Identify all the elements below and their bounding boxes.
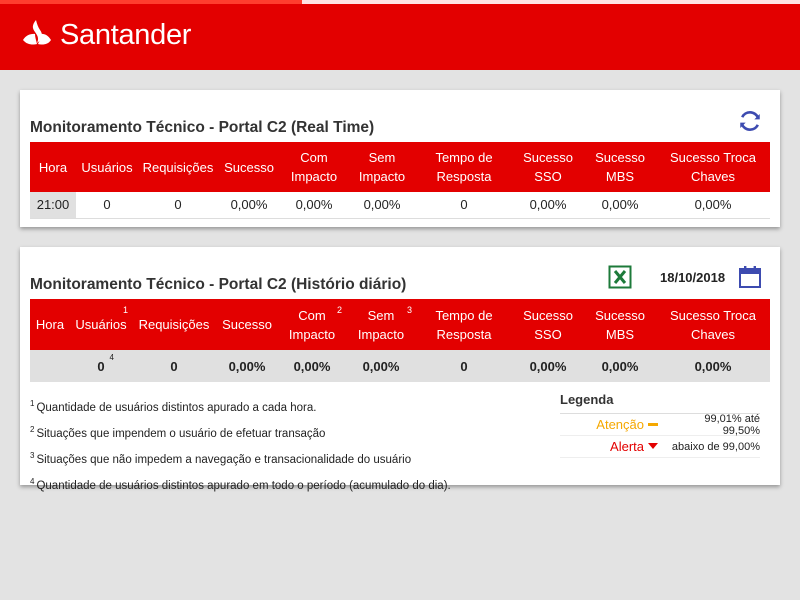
col-com-impacto: Com Impacto 2 — [278, 299, 346, 350]
cell-usuarios-value: 0 — [97, 358, 105, 374]
table-row: 21:00 0 0 0,00% 0,00% 0,00% 0 0,00% 0,00… — [30, 192, 770, 219]
cell-hora: 21:00 — [30, 192, 76, 219]
legend-alert-label: Alerta — [610, 439, 644, 454]
legend-attention-desc: 99,01% até 99,50% — [704, 412, 760, 437]
col-sem-impacto: Sem Impacto 3 — [346, 299, 416, 350]
legend: Legenda Atenção 99,01% até 99,50% Alerta… — [560, 392, 760, 458]
col-sucesso-troca-chaves: Sucesso Troca Chaves — [656, 299, 770, 350]
col-sem-impacto: Sem Impacto — [348, 142, 416, 192]
cell-sucesso-mbs: 0,00% — [584, 192, 656, 219]
cell-usuarios: 0 — [76, 192, 138, 219]
col-sucesso-mbs: Sucesso MBS — [584, 299, 656, 350]
col-sucesso: Sucesso — [216, 299, 278, 350]
santander-logo[interactable]: Santander — [20, 15, 191, 55]
excel-export-icon[interactable] — [608, 265, 632, 289]
realtime-card: Monitoramento Técnico - Portal C2 (Real … — [20, 90, 780, 227]
col-sucesso-sso: Sucesso SSO — [512, 142, 584, 192]
cell-tempo-resposta: 0 — [416, 350, 512, 382]
legend-alert: Alerta abaixo de 99,00% — [560, 436, 760, 458]
footnote-1: 1 Quantidade de usuários distintos apurad… — [30, 393, 451, 419]
col-sem-impacto-label: Sem Impacto — [357, 307, 405, 342]
cell-sucesso-sso: 0,00% — [512, 350, 584, 382]
realtime-table: Hora Usuários Requisições Sucesso Com Im… — [30, 142, 770, 219]
cell-sucesso-troca-chaves: 0,00% — [656, 350, 770, 382]
cell-com-impacto: 0,00% — [278, 350, 346, 382]
history-table: Hora Usuários 1 Requisições Sucesso Com I… — [30, 299, 770, 382]
footnotes: 1 Quantidade de usuários distintos apurad… — [30, 393, 451, 497]
col-usuarios-label: Usuários — [75, 317, 127, 332]
table-row: 04 0 0,00% 0,00% 0,00% 0 0,00% 0,00% 0,0… — [30, 350, 770, 382]
footnote-text: Quantidade de usuários distintos apurado… — [36, 402, 317, 414]
footnote-ref-4: 4 — [109, 353, 114, 362]
footnote-ref-2: 2 — [336, 305, 342, 315]
cell-sucesso-mbs: 0,00% — [584, 350, 656, 382]
cell-sucesso: 0,00% — [216, 350, 278, 382]
legend-alert-desc: abaixo de 99,00% — [671, 440, 760, 453]
refresh-icon[interactable] — [737, 108, 763, 134]
cell-usuarios: 04 — [70, 350, 132, 382]
footnote-num: 2 — [30, 425, 35, 434]
cell-requisicoes: 0 — [138, 192, 218, 219]
col-sucesso-troca-chaves: Sucesso Troca Chaves — [656, 142, 770, 192]
col-hora: Hora — [30, 299, 70, 350]
cell-sem-impacto: 0,00% — [346, 350, 416, 382]
col-usuarios: Usuários — [76, 142, 138, 192]
col-requisicoes: Requisições — [132, 299, 216, 350]
cell-requisicoes: 0 — [132, 350, 216, 382]
cell-tempo-resposta: 0 — [416, 192, 512, 219]
history-title: Monitoramento Técnico - Portal C2 (Histó… — [30, 276, 407, 293]
cell-com-impacto: 0,00% — [280, 192, 348, 219]
cell-sucesso-sso: 0,00% — [512, 192, 584, 219]
footnote-ref-3: 3 — [406, 305, 412, 315]
col-com-impacto: Com Impacto — [280, 142, 348, 192]
footnote-4: 4 Quantidade de usuários distintos apurad… — [30, 471, 451, 497]
history-header-row: Hora Usuários 1 Requisições Sucesso Com I… — [30, 299, 770, 350]
cell-sucesso: 0,00% — [218, 192, 280, 219]
history-card: Monitoramento Técnico - Portal C2 (Histó… — [20, 247, 780, 492]
history-date: 18/10/2018 — [660, 270, 726, 285]
col-sucesso-sso: Sucesso SSO — [512, 299, 584, 350]
attention-dash-icon — [648, 416, 660, 434]
col-tempo-resposta: Tempo de Resposta — [416, 299, 512, 350]
brand-name: Santander — [60, 18, 192, 51]
col-sucesso: Sucesso — [218, 142, 280, 192]
col-tempo-resposta: Tempo de Resposta — [416, 142, 512, 192]
top-accent-strip-light — [302, 0, 800, 4]
cell-sucesso-troca-chaves: 0,00% — [656, 192, 770, 219]
footnote-text: Situações que impendem o usuário de efet… — [36, 428, 326, 440]
footnote-num: 1 — [30, 399, 35, 408]
cell-sem-impacto: 0,00% — [348, 192, 416, 219]
col-requisicoes: Requisições — [138, 142, 218, 192]
footnote-text: Quantidade de usuários distintos apurado… — [36, 480, 451, 492]
legend-attention: Atenção 99,01% até 99,50% — [560, 412, 760, 437]
footnote-3: 3 Situações que não impedem a navegação e… — [30, 445, 451, 471]
top-accent-strip — [0, 0, 302, 4]
cell-hora — [30, 350, 70, 382]
col-hora: Hora — [30, 142, 76, 192]
col-com-impacto-label: Com Impacto — [288, 307, 336, 342]
footnote-text: Situações que não impedem a navegação e … — [36, 454, 412, 466]
alert-triangle-icon — [648, 438, 660, 456]
calendar-icon[interactable] — [738, 265, 762, 289]
footnote-num: 3 — [30, 451, 35, 460]
realtime-header-row: Hora Usuários Requisições Sucesso Com Im… — [30, 142, 770, 192]
footnote-2: 2 Situações que impendem o usuário de efe… — [30, 419, 451, 445]
legend-title: Legenda — [560, 392, 760, 414]
col-sucesso-mbs: Sucesso MBS — [584, 142, 656, 192]
flame-icon — [23, 20, 51, 45]
col-usuarios: Usuários 1 — [70, 299, 132, 350]
top-bar: Santander — [0, 0, 800, 70]
legend-attention-label: Atenção — [596, 417, 644, 432]
realtime-title: Monitoramento Técnico - Portal C2 (Real … — [30, 119, 375, 136]
footnote-num: 4 — [30, 477, 35, 486]
footnote-ref-1: 1 — [122, 305, 128, 315]
